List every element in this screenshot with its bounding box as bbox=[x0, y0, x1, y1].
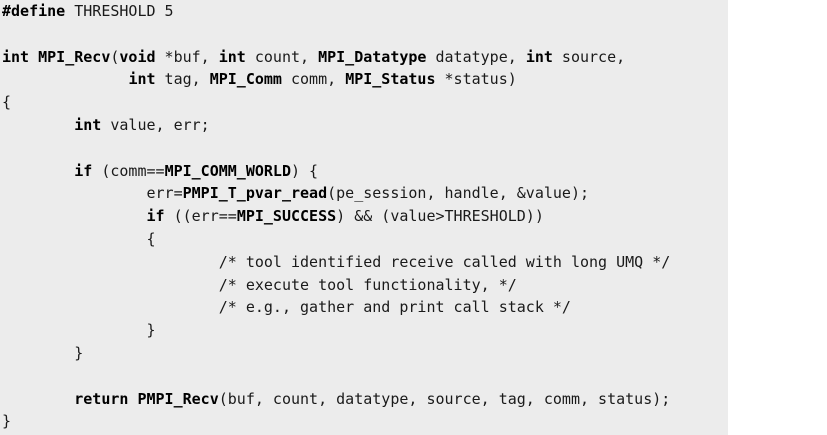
code-text: count, bbox=[245, 47, 319, 66]
code-line: } bbox=[2, 342, 670, 365]
code-keyword: MPI_SUCCESS bbox=[236, 207, 337, 226]
code-keyword: PMPI_T_pvar_read bbox=[182, 184, 328, 203]
code-text: tag, bbox=[155, 70, 210, 89]
code-keyword: if bbox=[146, 207, 165, 226]
code-text: ) && (value>THRESHOLD)) bbox=[336, 207, 544, 226]
code-keyword: PMPI_Recv bbox=[137, 389, 219, 408]
code-keyword: if bbox=[74, 161, 93, 180]
code-text: (pe_session, handle, &value); bbox=[327, 184, 590, 203]
code-comment: /* e.g., gather and print call stack */ bbox=[218, 298, 571, 317]
code-line: int MPI_Recv(void *buf, int count, MPI_D… bbox=[2, 46, 670, 69]
code-keyword: MPI_Comm bbox=[209, 70, 282, 89]
code-text: THRESHOLD 5 bbox=[65, 2, 174, 20]
code-keyword: #define bbox=[2, 2, 66, 20]
code-line: } bbox=[2, 319, 670, 342]
code-line: /* tool identified receive called with l… bbox=[2, 251, 671, 274]
code-line: int tag, MPI_Comm comm, MPI_Status *stat… bbox=[2, 68, 670, 91]
code-keyword: int bbox=[218, 47, 246, 66]
code-keyword: MPI_Recv bbox=[38, 47, 111, 66]
code-keyword: MPI_COMM_WORLD bbox=[164, 161, 291, 180]
code-text: comm, bbox=[281, 70, 346, 89]
code-line: { bbox=[2, 91, 670, 114]
code-line: } bbox=[2, 410, 670, 433]
code-keyword: void bbox=[119, 47, 156, 66]
code-text: { bbox=[2, 229, 156, 248]
code-line: err=PMPI_T_pvar_read(pe_session, handle,… bbox=[2, 182, 670, 205]
code-text: } bbox=[2, 343, 84, 362]
code-keyword: int bbox=[128, 70, 156, 89]
code-text: (comm== bbox=[92, 161, 165, 180]
code-line: /* e.g., gather and print call stack */ bbox=[2, 296, 670, 319]
code-text: } bbox=[2, 321, 156, 340]
code-line: return PMPI_Recv(buf, count, datatype, s… bbox=[2, 388, 670, 411]
code-line: /* execute tool functionality, */ bbox=[2, 274, 670, 297]
code-text: ) { bbox=[291, 161, 319, 180]
code-text: (buf, count, datatype, source, tag, comm… bbox=[218, 389, 671, 408]
code-text: value, err; bbox=[101, 115, 210, 134]
code-text: ((err== bbox=[164, 207, 237, 226]
code-text: { bbox=[2, 93, 12, 112]
code-keyword: int bbox=[2, 47, 30, 66]
code-keyword: int bbox=[525, 47, 553, 66]
code-keyword: int bbox=[74, 115, 102, 134]
code-line: if (comm==MPI_COMM_WORLD) { bbox=[2, 160, 670, 183]
code-line: #define THRESHOLD 5 bbox=[2, 0, 670, 23]
code-text: } bbox=[2, 412, 12, 431]
code-comment: /* execute tool functionality, */ bbox=[218, 275, 517, 294]
code-text: source, bbox=[552, 47, 626, 66]
code-line: { bbox=[2, 228, 670, 251]
code-text: err= bbox=[2, 184, 183, 203]
code-comment: /* tool identified receive called with l… bbox=[218, 252, 671, 271]
code-line: int value, err; bbox=[2, 114, 670, 137]
code-keyword: return bbox=[74, 389, 129, 408]
code-listing: #define THRESHOLD 5 int MPI_Recv(void *b… bbox=[2, 0, 670, 433]
code-keyword: MPI_Status bbox=[345, 70, 436, 89]
code-text: datatype, bbox=[426, 47, 526, 66]
code-keyword: MPI_Datatype bbox=[318, 47, 427, 66]
code-text: *status) bbox=[435, 70, 517, 89]
code-line: if ((err==MPI_SUCCESS) && (value>THRESHO… bbox=[2, 205, 670, 228]
code-text: *buf, bbox=[155, 47, 219, 66]
